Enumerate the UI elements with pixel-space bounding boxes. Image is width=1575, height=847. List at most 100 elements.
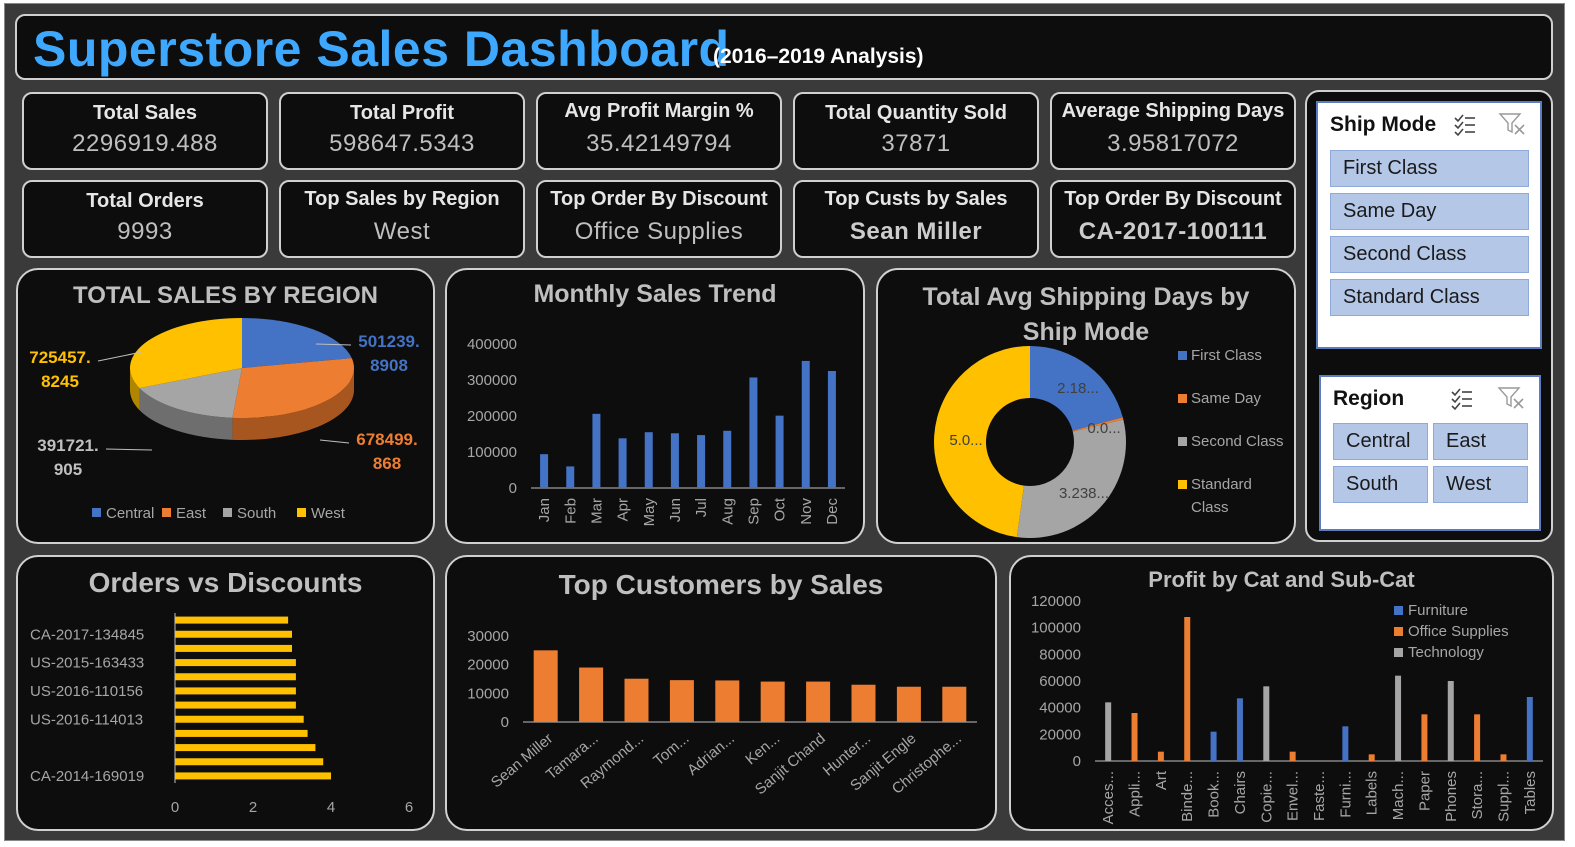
slicer-item-standard-class[interactable]: Standard Class	[1330, 279, 1529, 316]
hbar	[175, 673, 296, 681]
bar-aug	[723, 430, 732, 488]
slicer-item-central[interactable]: Central	[1333, 423, 1428, 460]
x-tick-label: Feb	[562, 498, 579, 524]
bar-jul	[697, 435, 706, 488]
x-tick-label: Mach...	[1390, 771, 1407, 820]
hbar	[175, 772, 331, 780]
y-tick-label: CA-2017-134845	[30, 626, 144, 643]
hbar	[175, 687, 296, 695]
profit-by-category-chart: Profit by Cat and Sub-Cat 0 20000 40000 600…	[1009, 555, 1554, 831]
y-tick-label: 20000	[467, 657, 509, 674]
donut-chart-svg: 2.18... 0.0... 3.238... 5.0... First Class Sa…	[934, 346, 1284, 538]
monthly-sales-chart: Monthly Sales Trend 0 100000 200000 300000 4…	[445, 268, 865, 544]
hbar	[175, 744, 316, 752]
ship-mode-slicer: Ship Mode First Class Same Day Second Cl…	[1316, 101, 1542, 349]
bar-customer	[760, 681, 785, 722]
y-tick-label: 10000	[467, 685, 509, 702]
slicer-item-east[interactable]: East	[1433, 423, 1528, 460]
x-tick-label: Nov	[798, 498, 815, 525]
y-tick-label: 100000	[467, 444, 517, 461]
y-tick-label: 0	[501, 714, 509, 731]
clear-filter-icon[interactable]	[1498, 111, 1526, 137]
slicer-item-same-day[interactable]: Same Day	[1330, 193, 1529, 230]
legend-label: Central	[106, 505, 154, 522]
slicer-item-west[interactable]: West	[1433, 466, 1528, 503]
bar-customer	[579, 667, 604, 722]
data-label: 725457. 8245	[29, 348, 90, 391]
legend-swatch	[1178, 394, 1187, 403]
kpi-avg-profit-margin: Avg Profit Margin % 35.42149794	[536, 92, 782, 170]
bar-sep	[749, 377, 758, 488]
legend-label: South	[237, 505, 276, 522]
bar-nov	[801, 360, 810, 488]
bar-furniture	[1342, 726, 1349, 761]
legend-swatch	[92, 508, 101, 517]
kpi-value: 37871	[881, 130, 951, 157]
x-tick-label: Labels	[1364, 771, 1381, 815]
y-tick-label: 0	[509, 480, 517, 497]
bar-may	[644, 432, 653, 488]
legend-label: First Class	[1191, 347, 1262, 364]
slicer-item-first-class[interactable]: First Class	[1330, 150, 1529, 187]
x-tick-label: Chairs	[1232, 771, 1249, 814]
shipping-days-chart: Total Avg Shipping Days by Ship Mode 2.1…	[876, 268, 1296, 544]
multi-select-icon[interactable]	[1449, 385, 1475, 411]
kpi-value: 35.42149794	[586, 130, 732, 157]
dashboard-title: Superstore Sales Dashboard	[33, 21, 730, 77]
multi-select-icon[interactable]	[1452, 111, 1478, 137]
hbar	[175, 630, 292, 638]
x-tick-label: 6	[405, 799, 413, 816]
leader-line	[319, 439, 350, 444]
legend-label: East	[176, 505, 207, 522]
y-tick-label: 80000	[1039, 646, 1081, 663]
sales-by-region-chart: TOTAL SALES BY REGION 501239. 8908 678499.…	[16, 268, 435, 544]
data-label: 3.238...	[1059, 485, 1109, 502]
category-bar-svg: 0 20000 40000 60000 80000 100000 120000 Acces..…	[1031, 593, 1543, 824]
y-tick-label: 60000	[1039, 673, 1081, 690]
x-tick-label: Adrian...	[684, 730, 738, 779]
x-tick-label: Sep	[745, 498, 762, 525]
hbar-chart-svg: CA-2014-169019 US-2016-114013 US-2016-1101…	[30, 613, 413, 816]
donut-slice	[1016, 419, 1126, 538]
bar-feb	[566, 466, 575, 488]
legend-swatch	[1178, 437, 1187, 446]
slicer-item-second-class[interactable]: Second Class	[1330, 236, 1529, 273]
x-tick-label: Binde...	[1179, 771, 1196, 822]
kpi-total-quantity: Total Quantity Sold 37871	[793, 92, 1039, 170]
y-tick-label: CA-2014-169019	[30, 768, 144, 785]
kpi-value: Office Supplies	[574, 218, 744, 245]
bar-office-supplies	[1474, 714, 1481, 761]
data-label: 5.0...	[949, 432, 982, 449]
bar-office-supplies	[1421, 714, 1428, 761]
clear-filter-icon[interactable]	[1497, 385, 1525, 411]
x-tick-label: 4	[327, 799, 335, 816]
bar-customer	[624, 678, 649, 722]
kpi-top-customer: Top Custs by Sales Sean Miller	[793, 180, 1039, 258]
bar-office-supplies	[1289, 751, 1296, 761]
bar-furniture	[1236, 698, 1243, 761]
bar-dec	[827, 371, 836, 488]
kpi-top-order-discount-id: Top Order By Discount CA-2017-100111	[1050, 180, 1296, 258]
bar-technology	[1105, 702, 1112, 761]
x-tick-label: Jan	[536, 498, 553, 522]
bar-office-supplies	[1184, 617, 1191, 761]
kpi-avg-shipping-days: Average Shipping Days 3.95817072	[1050, 92, 1296, 170]
kpi-total-profit: Total Profit 598647.5343	[279, 92, 525, 170]
region-slicer: Region Central East South West	[1319, 375, 1541, 531]
kpi-top-sales-region: Top Sales by Region West	[279, 180, 525, 258]
legend-label: Technology	[1408, 644, 1484, 661]
kpi-total-sales: Total Sales 2296919.488	[22, 92, 268, 170]
legend-label: Same Day	[1191, 390, 1262, 407]
kpi-value: 598647.5343	[329, 130, 475, 157]
y-tick-label: 40000	[1039, 700, 1081, 717]
legend-label: Office Supplies	[1408, 623, 1509, 640]
slicer-item-south[interactable]: South	[1333, 466, 1428, 503]
y-tick-label: 30000	[467, 628, 509, 645]
x-tick-label: Book...	[1206, 771, 1223, 818]
y-tick-label: US-2015-163433	[30, 655, 144, 672]
y-tick-label: 100000	[1031, 620, 1081, 637]
x-tick-label: 0	[171, 799, 179, 816]
kpi-label: Avg Profit Margin %	[564, 100, 754, 122]
bar-technology	[1263, 686, 1270, 761]
leader-line	[105, 448, 153, 451]
